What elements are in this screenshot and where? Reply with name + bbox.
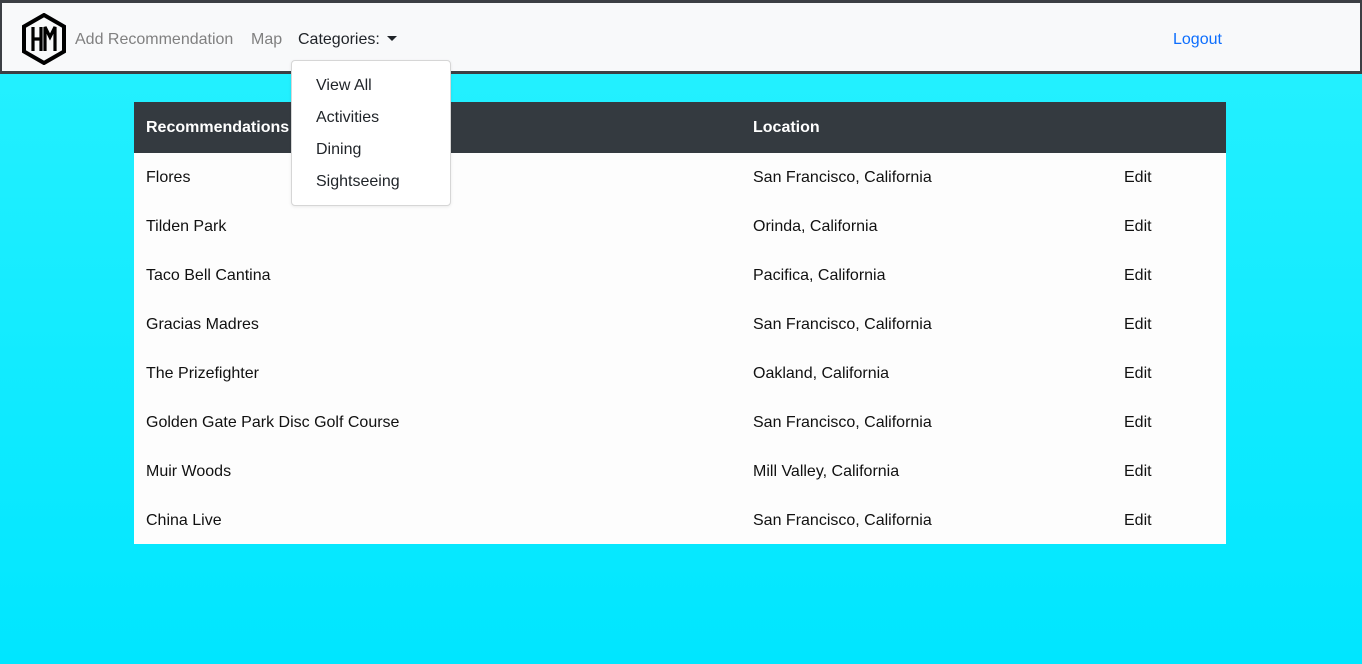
row-location: San Francisco, California — [753, 316, 932, 333]
row-name: The Prizefighter — [146, 365, 259, 382]
edit-link[interactable]: Edit — [1124, 462, 1152, 482]
hm-hexagon-logo-icon[interactable] — [21, 13, 67, 65]
dropdown-item-sightseeing[interactable]: Sightseeing — [316, 172, 400, 192]
row-name: Flores — [146, 169, 191, 186]
row-location: San Francisco, California — [753, 169, 932, 186]
edit-link[interactable]: Edit — [1124, 511, 1152, 531]
table-row: Muir Woods Mill Valley, California Edit — [134, 447, 1226, 496]
nav-map-link[interactable]: Map — [251, 30, 282, 50]
row-location: Pacifica, California — [753, 267, 886, 284]
edit-link[interactable]: Edit — [1124, 413, 1152, 433]
row-name: Tilden Park — [146, 218, 227, 235]
dropdown-item-dining[interactable]: Dining — [316, 140, 361, 160]
caret-down-icon — [386, 36, 397, 41]
edit-link[interactable]: Edit — [1124, 217, 1152, 237]
row-name: Taco Bell Cantina — [146, 267, 271, 284]
row-name: Gracias Madres — [146, 316, 259, 333]
edit-link[interactable]: Edit — [1124, 364, 1152, 384]
dropdown-item-view-all[interactable]: View All — [316, 76, 372, 96]
row-location: Oakland, California — [753, 365, 890, 382]
row-location: San Francisco, California — [753, 414, 932, 431]
categories-dropdown-toggle[interactable]: Categories: — [298, 30, 397, 50]
row-location: Orinda, California — [753, 218, 878, 235]
table-row: Tilden Park Orinda, California Edit — [134, 202, 1226, 251]
nav-add-recommendation-link[interactable]: Add Recommendation — [75, 30, 233, 50]
table-row: Taco Bell Cantina Pacifica, California E… — [134, 251, 1226, 300]
categories-label: Categories: — [298, 31, 380, 48]
row-name: Muir Woods — [146, 463, 232, 480]
table-row: The Prizefighter Oakland, California Edi… — [134, 349, 1226, 398]
row-location: San Francisco, California — [753, 512, 932, 529]
edit-link[interactable]: Edit — [1124, 168, 1152, 188]
edit-link[interactable]: Edit — [1124, 315, 1152, 335]
row-name: China Live — [146, 512, 222, 529]
table-row: Gracias Madres San Francisco, California… — [134, 300, 1226, 349]
categories-dropdown-menu: View All Activities Dining Sightseeing — [291, 60, 451, 206]
logout-link[interactable]: Logout — [1173, 30, 1222, 50]
edit-link[interactable]: Edit — [1124, 266, 1152, 286]
header-recommendations: Recommendations — [146, 119, 290, 136]
row-location: Mill Valley, California — [753, 463, 900, 480]
header-location: Location — [753, 119, 820, 136]
table-row: Golden Gate Park Disc Golf Course San Fr… — [134, 398, 1226, 447]
row-name: Golden Gate Park Disc Golf Course — [146, 414, 400, 431]
dropdown-item-activities[interactable]: Activities — [316, 108, 379, 128]
table-row: China Live San Francisco, California Edi… — [134, 496, 1226, 545]
top-navbar: Add Recommendation Map Categories: Logou… — [0, 0, 1362, 74]
